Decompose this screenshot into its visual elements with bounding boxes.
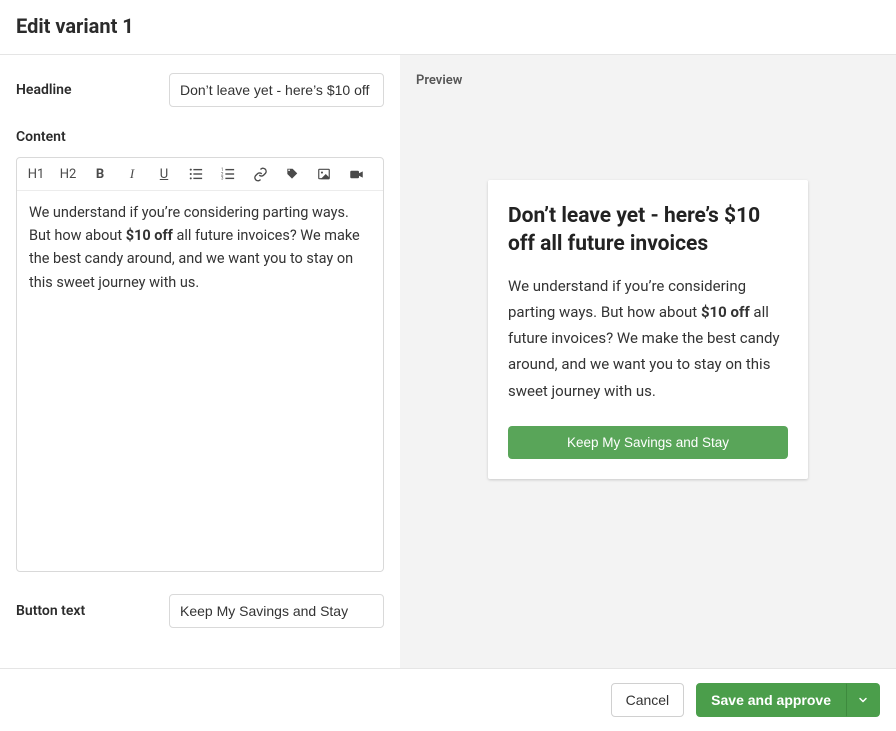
content-text-bold: $10 off xyxy=(126,227,173,244)
save-and-approve-button[interactable]: Save and approve xyxy=(696,683,846,717)
content-label: Content xyxy=(16,129,384,145)
save-split-button: Save and approve xyxy=(696,683,880,717)
preview-card: Don’t leave yet - here’s $10 off all fut… xyxy=(488,180,808,479)
modal-header: Edit variant 1 xyxy=(0,0,896,55)
button-text-row: Button text xyxy=(16,594,384,628)
svg-text:3: 3 xyxy=(221,177,224,181)
preview-title: Don’t leave yet - here’s $10 off all fut… xyxy=(508,202,788,259)
underline-button[interactable]: U xyxy=(155,167,173,182)
bold-button[interactable]: B xyxy=(91,167,109,182)
preview-label: Preview xyxy=(416,73,880,88)
headline-input[interactable] xyxy=(169,73,384,107)
bullet-list-button[interactable] xyxy=(187,167,205,181)
link-button[interactable] xyxy=(251,167,269,182)
editor-toolbar: H1 H2 B I U 123 xyxy=(17,158,383,191)
button-text-input[interactable] xyxy=(169,594,384,628)
ordered-list-button[interactable]: 123 xyxy=(219,167,237,181)
editor-textarea[interactable]: We understand if you’re considering part… xyxy=(17,191,383,571)
italic-button[interactable]: I xyxy=(123,166,141,182)
rich-text-editor: H1 H2 B I U 123 xyxy=(16,157,384,572)
chevron-down-icon xyxy=(857,694,869,706)
save-options-dropdown[interactable] xyxy=(846,683,880,717)
image-button[interactable] xyxy=(315,167,333,181)
modal-footer: Cancel Save and approve xyxy=(0,669,896,731)
tag-button[interactable] xyxy=(283,167,301,181)
headline-label: Headline xyxy=(16,82,71,98)
button-text-label: Button text xyxy=(16,603,85,619)
h1-button[interactable]: H1 xyxy=(27,167,45,182)
video-button[interactable] xyxy=(347,167,365,182)
h2-button[interactable]: H2 xyxy=(59,167,77,182)
form-column: Headline Content H1 H2 B I U xyxy=(0,55,400,668)
headline-row: Headline xyxy=(16,73,384,107)
preview-cta-button[interactable]: Keep My Savings and Stay xyxy=(508,426,788,459)
preview-body: We understand if you’re considering part… xyxy=(508,273,788,404)
preview-column: Preview Don’t leave yet - here’s $10 off… xyxy=(400,55,896,668)
cancel-button[interactable]: Cancel xyxy=(611,683,685,717)
preview-body-bold: $10 off xyxy=(701,303,750,321)
page-title: Edit variant 1 xyxy=(16,14,880,38)
